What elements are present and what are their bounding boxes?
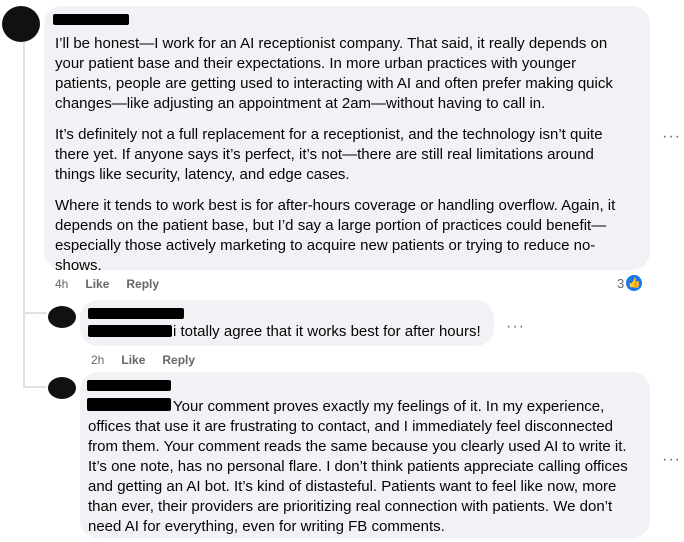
reply-button[interactable]: Reply: [126, 277, 159, 291]
avatar[interactable]: [48, 306, 76, 328]
reply-button[interactable]: Reply: [162, 353, 195, 367]
reply-actions: 2h Like Reply: [91, 353, 195, 367]
comment-paragraph: I’ll be honest—I work for an AI receptio…: [55, 35, 613, 112]
thumbs-up-icon: 👍: [626, 275, 643, 291]
reply-bubble: i totally agree that it works best for a…: [80, 300, 494, 346]
avatar[interactable]: [2, 6, 40, 42]
thread-line: [23, 42, 25, 312]
avatar[interactable]: [48, 377, 76, 399]
author-name-redacted[interactable]: [87, 380, 171, 391]
reaction-count[interactable]: 3 👍: [617, 275, 643, 291]
reply-bubble: Your comment proves exactly my feelings …: [80, 372, 650, 538]
mention-redacted[interactable]: [88, 325, 172, 337]
comment-actions: 4h Like Reply: [55, 277, 159, 291]
author-name-redacted[interactable]: [88, 308, 184, 319]
comment-bubble: I’ll be honest—I work for an AI receptio…: [44, 6, 650, 274]
reply-text: i totally agree that it works best for a…: [173, 323, 481, 340]
reply-text-body: Your comment proves exactly my feelings …: [88, 398, 628, 535]
comment-paragraph: Where it tends to work best is for after…: [55, 197, 616, 274]
like-button[interactable]: Like: [85, 277, 109, 291]
thread-line-branch: [23, 386, 47, 388]
thread-line-continued: [23, 314, 25, 386]
more-options-button[interactable]: ···: [662, 129, 681, 145]
like-count: 3: [617, 275, 625, 291]
timestamp[interactable]: 2h: [91, 353, 104, 367]
reply-text: Your comment proves exactly my feelings …: [88, 397, 638, 537]
comment-text: I’ll be honest—I work for an AI receptio…: [55, 34, 636, 276]
like-button[interactable]: Like: [121, 353, 145, 367]
more-options-button[interactable]: ···: [506, 319, 525, 335]
thread-line-branch: [23, 312, 47, 314]
more-options-button[interactable]: ···: [662, 452, 681, 468]
author-name-redacted[interactable]: [53, 14, 129, 25]
comment-paragraph: It’s definitely not a full replacement f…: [55, 126, 603, 183]
timestamp[interactable]: 4h: [55, 277, 68, 291]
mention-redacted[interactable]: [87, 398, 171, 411]
